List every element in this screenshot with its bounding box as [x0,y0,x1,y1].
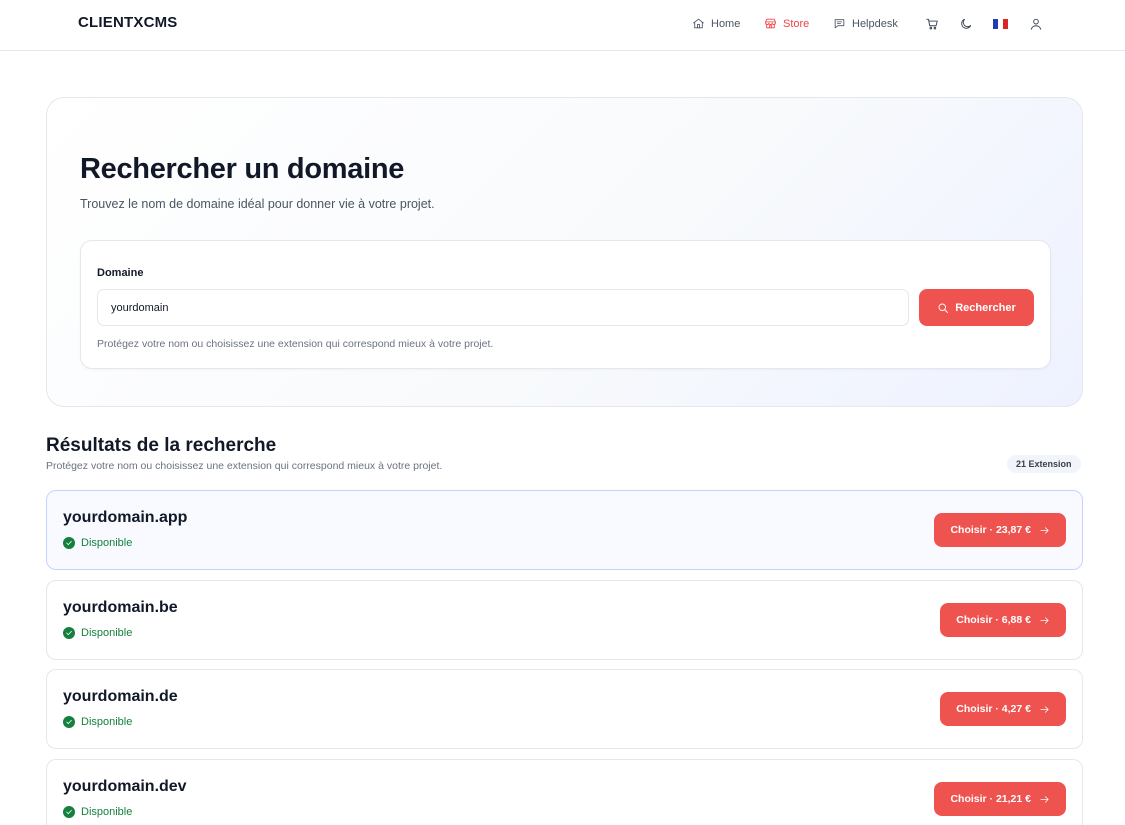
domain-name: yourdomain.be [63,599,178,616]
check-circle-icon [63,537,75,549]
domain-search-hero: Rechercher un domaine Trouvez le nom de … [46,97,1083,407]
check-circle-icon [63,716,75,728]
moon-icon [961,18,972,29]
brand-logo[interactable]: CLIENTXCMS [78,14,178,31]
nav-store[interactable]: Store [764,17,809,30]
availability-status: Disponible [63,716,132,728]
availability-status: Disponible [63,806,132,818]
domain-result-row: yourdomain.be Disponible Choisir · 6,88 … [46,580,1083,660]
choose-domain-button[interactable]: Choisir · 4,27 € [940,692,1066,726]
choose-domain-button[interactable]: Choisir · 23,87 € [934,513,1066,547]
arrow-right-icon [1040,616,1049,624]
choose-button-label: Choisir · 21,21 € [950,793,1031,805]
nav-home[interactable]: Home [692,17,740,30]
nav-helpdesk-label: Helpdesk [852,17,898,30]
user-icon [1030,18,1042,30]
availability-status: Disponible [63,537,132,549]
page-title: Rechercher un domaine [80,153,405,185]
results-subtitle: Protégez votre nom ou choisissez une ext… [46,460,443,472]
cart-button[interactable] [925,17,939,31]
domain-name: yourdomain.dev [63,778,187,795]
domain-result-row: yourdomain.app Disponible Choisir · 23,8… [46,490,1083,570]
check-circle-icon [63,627,75,639]
nav-store-label: Store [783,17,810,30]
search-button-label: Rechercher [955,301,1016,314]
store-icon [765,18,776,29]
choose-button-label: Choisir · 6,88 € [956,614,1031,626]
choose-button-label: Choisir · 4,27 € [956,703,1031,715]
domain-name: yourdomain.de [63,688,178,705]
extension-count-badge: 21 Extension [1007,455,1081,473]
choose-button-label: Choisir · 23,87 € [950,524,1031,536]
domain-name: yourdomain.app [63,509,188,526]
choose-domain-button[interactable]: Choisir · 6,88 € [940,603,1066,637]
status-label: Disponible [81,806,133,818]
search-button[interactable]: Rechercher [919,289,1034,326]
chat-icon [834,19,845,29]
domain-result-row: yourdomain.de Disponible Choisir · 4,27 … [46,669,1083,749]
domain-search-form: Domaine Rechercher Protégez votre nom ou… [80,240,1051,369]
status-label: Disponible [81,537,133,549]
nav-helpdesk[interactable]: Helpdesk [833,17,898,30]
check-circle-icon [63,806,75,818]
flag-fr-icon[interactable] [993,19,1008,29]
cart-icon [926,18,938,30]
arrow-right-icon [1040,705,1049,713]
domain-field-label: Domaine [97,267,144,279]
account-button[interactable] [1029,17,1043,31]
arrow-right-icon [1040,795,1049,803]
domain-result-row: yourdomain.dev Disponible Choisir · 21,2… [46,759,1083,825]
results-title: Résultats de la recherche [46,435,277,456]
nav-home-label: Home [711,17,741,30]
availability-status: Disponible [63,627,132,639]
home-icon [693,18,704,29]
status-label: Disponible [81,716,133,728]
arrow-right-icon [1040,526,1049,534]
domain-field-help: Protégez votre nom ou choisissez une ext… [97,338,494,350]
domain-input[interactable] [97,289,909,326]
status-label: Disponible [81,627,133,639]
top-navigation-bar: CLIENTXCMS Home Store Helpdesk [0,0,1125,51]
choose-domain-button[interactable]: Choisir · 21,21 € [934,782,1066,816]
page-subtitle: Trouvez le nom de domaine idéal pour don… [80,197,435,211]
theme-toggle-button[interactable] [959,17,973,31]
search-icon [938,303,949,313]
